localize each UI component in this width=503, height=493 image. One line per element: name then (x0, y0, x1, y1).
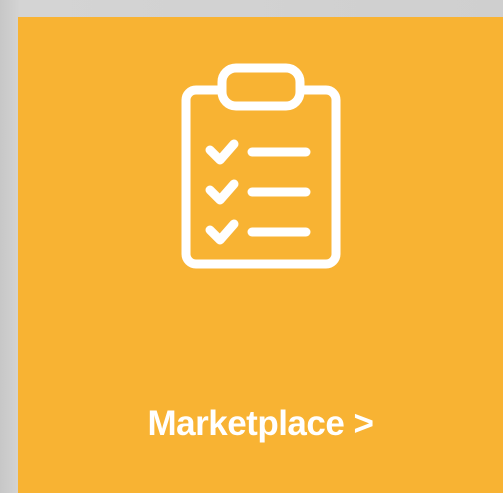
page: Marketplace > (0, 0, 503, 493)
marketplace-tile[interactable]: Marketplace > (18, 17, 503, 493)
tile-label: Marketplace > (147, 404, 375, 443)
clipboard-checklist-icon (178, 62, 344, 272)
